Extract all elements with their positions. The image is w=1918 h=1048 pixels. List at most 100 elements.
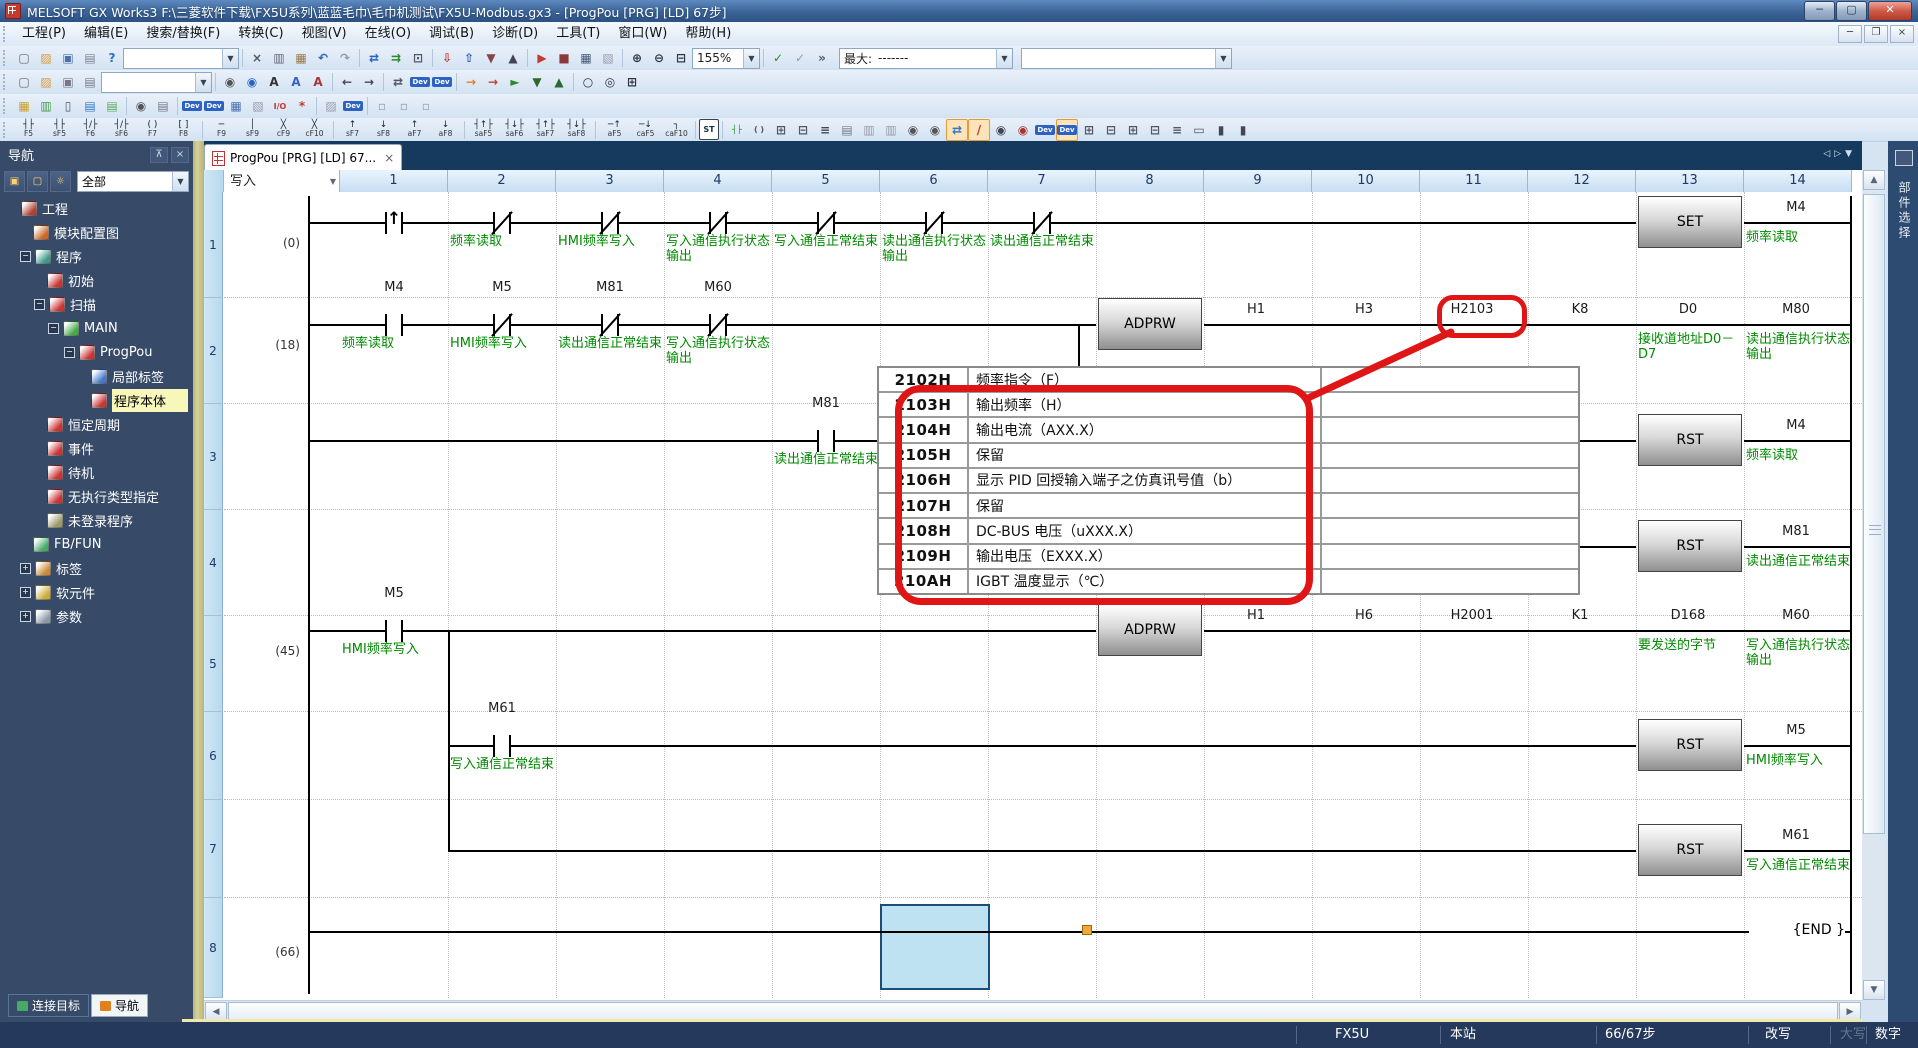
- ladder-tool-caF5[interactable]: ─↓ caF5: [630, 118, 661, 141]
- convert-icon-button[interactable]: ⇄: [363, 47, 385, 69]
- vertical-scrollbar[interactable]: ▲ ▼: [1862, 170, 1886, 1000]
- jump-red-button[interactable]: →: [482, 71, 504, 93]
- find-device-button[interactable]: A: [263, 71, 285, 93]
- step-run-icon-button[interactable]: »: [811, 47, 833, 69]
- maximize-button[interactable]: ▢: [1836, 1, 1867, 21]
- open-folder-button[interactable]: ▨: [35, 47, 57, 69]
- pair-b-button[interactable]: ▮: [1232, 119, 1254, 141]
- menu-item-7[interactable]: 调试(B): [420, 22, 483, 46]
- plc-write-icon-button[interactable]: ⇩: [436, 47, 458, 69]
- sidebar-item-模块配置图[interactable]: 模块配置图: [0, 220, 193, 244]
- sidebar-item-程序[interactable]: − 程序: [0, 244, 193, 268]
- close-panel-icon[interactable]: ×: [171, 146, 189, 163]
- instruction-box-RST[interactable]: RST: [1638, 824, 1742, 876]
- instruction-box-RST[interactable]: RST: [1638, 719, 1742, 771]
- ladder-tool-sF6[interactable]: ┤/├ sF6: [106, 118, 137, 141]
- sidebar-item-程序本体[interactable]: 程序本体: [0, 388, 193, 412]
- note-edit-button[interactable]: ▤: [836, 119, 858, 141]
- sidebar-item-工程[interactable]: 工程: [0, 196, 193, 220]
- device-list-button[interactable]: Dev: [409, 71, 431, 93]
- ladder-tool-sF9[interactable]: │ sF9: [237, 118, 268, 141]
- ladder-editor[interactable]: 12345678(0)↑SM412M4频率读取M5HMI频率写入M60写入通信执…: [204, 192, 1862, 1000]
- plc-verify-icon-button[interactable]: ▼: [480, 47, 502, 69]
- pin-icon[interactable]: ⊼: [150, 146, 168, 163]
- menu-item-5[interactable]: 视图(V): [293, 22, 356, 46]
- new-window-button[interactable]: ▢: [13, 71, 35, 93]
- sidebar-item-无执行类型指定[interactable]: 无执行类型指定: [0, 484, 193, 508]
- instruction-box-ADPRW[interactable]: ADPRW: [1098, 298, 1202, 350]
- sidebar-item-事件[interactable]: 事件: [0, 436, 193, 460]
- device-find-icon-button[interactable]: Dev: [342, 95, 364, 117]
- sidebar-item-FB/FUN[interactable]: FB/FUN: [0, 532, 193, 556]
- menu-item-9[interactable]: 工具(T): [547, 22, 609, 46]
- menu-item-8[interactable]: 诊断(D): [483, 22, 547, 46]
- zoom-out-icon-button[interactable]: ⊖: [648, 47, 670, 69]
- menu-item-10[interactable]: 窗口(W): [609, 22, 676, 46]
- instruction-box-ADPRW[interactable]: ADPRW: [1098, 604, 1202, 656]
- insert-cell-button[interactable]: ⊞: [770, 119, 792, 141]
- ladder-tool-aF7[interactable]: ↑ aF7: [399, 118, 430, 141]
- zoom-in-icon-button[interactable]: ⊕: [626, 47, 648, 69]
- ladder-tool-aF8[interactable]: ↓ aF8: [430, 118, 461, 141]
- mini-3-button[interactable]: ▫: [415, 95, 437, 117]
- element-select-icon-button[interactable]: ▯: [57, 95, 79, 117]
- zoom-sel-icon-button[interactable]: ○: [577, 71, 599, 93]
- statement-edit-button[interactable]: ≡: [814, 119, 836, 141]
- delete-cell-button[interactable]: ⊟: [792, 119, 814, 141]
- menu-item-6[interactable]: 在线(O): [356, 22, 420, 46]
- outline-icon-button[interactable]: ▤: [101, 95, 123, 117]
- find-contact-button[interactable]: ◉: [902, 119, 924, 141]
- gray-a-button[interactable]: ▥: [858, 119, 880, 141]
- zoom-level-select[interactable]: 155% ▼: [692, 47, 760, 69]
- print-2-button[interactable]: ▤: [79, 71, 101, 93]
- watch-combobox[interactable]: ▼: [1021, 47, 1232, 69]
- list-view-icon-button[interactable]: ▤: [79, 95, 101, 117]
- bookmark-up-button[interactable]: ▲: [548, 71, 570, 93]
- menu-item-11[interactable]: 帮助(H): [676, 22, 740, 46]
- mode-select[interactable]: 写入 ▼: [224, 170, 340, 192]
- find-instruction-button[interactable]: A: [285, 71, 307, 93]
- save-button[interactable]: ▣: [57, 47, 79, 69]
- menu-item-1[interactable]: 工程(P): [13, 22, 75, 46]
- insert-row-button[interactable]: ⊞: [1078, 119, 1100, 141]
- sidebar-item-未登录程序[interactable]: 未登录程序: [0, 508, 193, 532]
- collapse-icon[interactable]: −: [64, 346, 75, 358]
- quick-find-combobox[interactable]: ▼: [123, 47, 239, 69]
- sidebar-item-局部标签[interactable]: 局部标签: [0, 364, 193, 388]
- device-usage-button[interactable]: Dev: [431, 71, 453, 93]
- ladder-tool-cF10[interactable]: ╳ cF10: [299, 118, 330, 141]
- save-2-button[interactable]: ▣: [57, 71, 79, 93]
- result-list-icon-button[interactable]: ▤: [152, 95, 174, 117]
- jump-orange-button[interactable]: →: [460, 71, 482, 93]
- sidebar-item-待机[interactable]: 待机: [0, 460, 193, 484]
- convert-all-icon-button[interactable]: ⇉: [385, 47, 407, 69]
- cut-button[interactable]: ×: [246, 47, 268, 69]
- part-selection-strip[interactable]: 部件选择: [1888, 141, 1918, 1022]
- ladder-tool-sF7[interactable]: ↑ sF7: [337, 118, 368, 141]
- inline-st-edit-button[interactable]: ┤├: [726, 119, 748, 141]
- dev-comment-edit-button[interactable]: Dev: [1056, 118, 1078, 141]
- coil-edit-button[interactable]: ( ): [748, 119, 770, 141]
- align-icon-button[interactable]: ≡: [1166, 119, 1188, 141]
- module-config-icon-button[interactable]: ▥: [35, 95, 57, 117]
- insert-col-button[interactable]: ⊞: [1122, 119, 1144, 141]
- zoom-page-icon-button[interactable]: ◎: [599, 71, 621, 93]
- st-editor-button[interactable]: ST: [699, 119, 719, 140]
- io-check-icon-button[interactable]: I/O: [269, 95, 291, 117]
- wrap-line-button[interactable]: ⇄: [946, 118, 968, 141]
- vertical-scroll-thumb[interactable]: [1863, 194, 1885, 834]
- sidebar-item-恒定周期[interactable]: 恒定周期: [0, 412, 193, 436]
- mini-2-button[interactable]: ▫: [393, 95, 415, 117]
- mdi-restore-button[interactable]: ❐: [1864, 25, 1888, 43]
- sidebar-item-初始[interactable]: 初始: [0, 268, 193, 292]
- options-icon-button[interactable]: ▨: [320, 95, 342, 117]
- tab-close-icon[interactable]: ×: [384, 151, 394, 165]
- ladder-tool-F8[interactable]: [ ] F8: [168, 118, 199, 141]
- nav-bottom-tab-导航[interactable]: 导航: [91, 994, 149, 1017]
- find-result-icon-button[interactable]: ◉: [130, 95, 152, 117]
- ladder-tool-sF5[interactable]: ┤├ sF5: [44, 118, 75, 141]
- ladder-tool-sF8[interactable]: ↓ sF8: [368, 118, 399, 141]
- sidebar-item-ProgPou[interactable]: − ProgPou: [0, 340, 193, 364]
- expand-tree-icon[interactable]: ▢: [27, 170, 48, 192]
- ladder-tool-saF7[interactable]: ┤↑├ saF7: [530, 118, 561, 141]
